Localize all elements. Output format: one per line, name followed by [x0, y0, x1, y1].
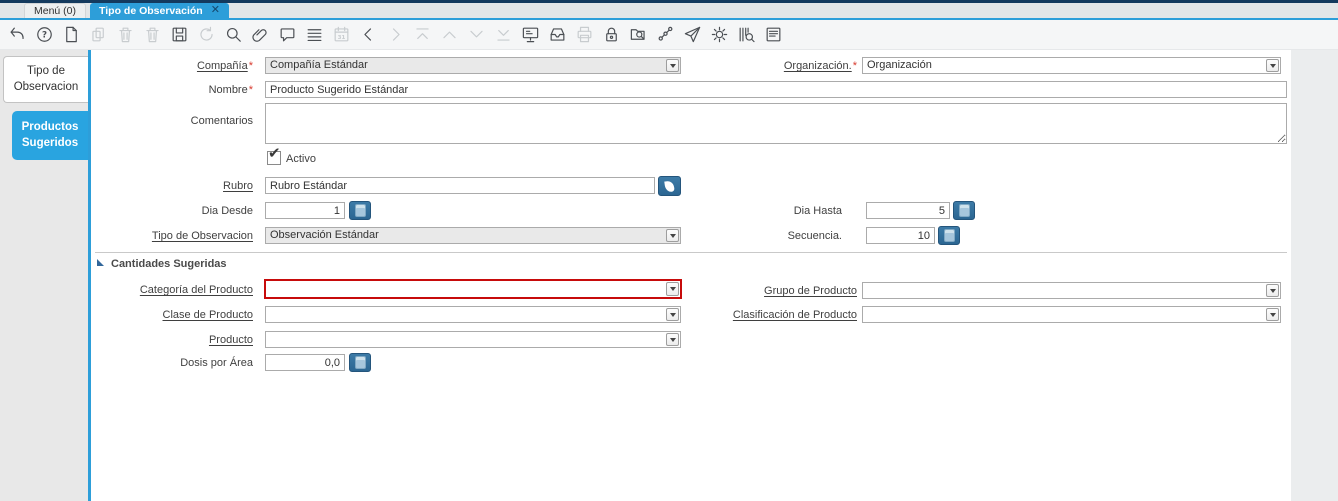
label-comentarios: Comentarios [190, 115, 253, 127]
chevron-down-icon[interactable] [666, 333, 679, 346]
calculator-icon [958, 204, 970, 217]
label-categoria-del-producto: Categoría del Producto [139, 284, 253, 296]
categoria-producto-combobox[interactable] [264, 279, 682, 299]
label-producto: Producto [208, 334, 253, 346]
main-area: Tipo de Observacion Productos Sugeridos … [0, 50, 1338, 501]
dosis-area-input[interactable] [265, 354, 345, 371]
calendar-icon: 31 [331, 25, 351, 45]
parent-record-icon [439, 25, 459, 45]
chevron-down-icon[interactable] [1266, 284, 1279, 297]
calculator-icon [354, 204, 366, 217]
chevron-down-icon[interactable] [1266, 308, 1279, 321]
grupo-producto-combobox[interactable] [862, 282, 1281, 299]
chevron-down-icon[interactable] [1266, 59, 1279, 72]
collapse-triangle-icon[interactable] [97, 259, 104, 266]
dia-hasta-calculator-button[interactable] [953, 201, 975, 220]
clase-producto-combobox[interactable] [265, 306, 681, 323]
sidebar-tab-tipo-de-observacion[interactable]: Tipo de Observacion [3, 56, 88, 104]
label-tipo-de-observacion: Tipo de Observacion [151, 230, 253, 242]
rubro-lookup-button[interactable] [658, 176, 681, 196]
toolbar: ? 31 [0, 20, 1338, 50]
section-title-cantidades-sugeridas: Cantidades Sugeridas [111, 258, 227, 270]
new-record-icon[interactable] [61, 25, 81, 45]
label-nombre: Nombre* [208, 84, 253, 96]
report-icon[interactable] [520, 25, 540, 45]
refresh-icon [196, 25, 216, 45]
undo-icon[interactable] [7, 25, 27, 45]
previous-record-icon[interactable] [358, 25, 378, 45]
delete-record-icon [115, 25, 135, 45]
print-icon [574, 25, 594, 45]
report-design-icon[interactable] [763, 25, 783, 45]
check-icon: ✔ [268, 144, 281, 162]
clasificacion-producto-combobox[interactable] [862, 306, 1281, 323]
label-organizacion: Organización.* [783, 60, 857, 72]
zoom-across-icon[interactable] [628, 25, 648, 45]
secuencia-calculator-button[interactable] [938, 226, 960, 245]
preferences-icon[interactable] [709, 25, 729, 45]
next-record-icon [385, 25, 405, 45]
dia-desde-input[interactable] [265, 202, 345, 219]
workflow-icon[interactable] [655, 25, 675, 45]
product-info-icon[interactable] [736, 25, 756, 45]
attachment-icon[interactable] [250, 25, 270, 45]
dosis-area-calculator-button[interactable] [349, 353, 371, 372]
form-canvas: Compañía* Compañía Estándar Organización… [91, 50, 1291, 501]
svg-text:?: ? [41, 31, 46, 41]
window-tab-bar: Menú (0) Tipo de Observación ✕ [0, 0, 1338, 20]
request-icon[interactable] [682, 25, 702, 45]
label-grupo-de-producto: Grupo de Producto [764, 285, 857, 297]
first-record-icon [412, 25, 432, 45]
comentarios-textarea[interactable] [265, 103, 1287, 144]
lock-icon[interactable] [601, 25, 621, 45]
sidebar-tab-productos-sugeridos[interactable]: Productos Sugeridos [12, 111, 88, 161]
delete-selection-icon [142, 25, 162, 45]
calculator-icon [943, 229, 955, 242]
chat-icon[interactable] [277, 25, 297, 45]
nombre-input[interactable] [265, 81, 1287, 98]
detail-record-icon [466, 25, 486, 45]
save-icon[interactable] [169, 25, 189, 45]
tab-tipo-de-observacion[interactable]: Tipo de Observación ✕ [90, 3, 229, 18]
leaf-icon [664, 179, 675, 193]
label-rubro: Rubro [223, 180, 253, 192]
label-dia-hasta: Dia Hasta [793, 205, 842, 217]
last-record-icon [493, 25, 513, 45]
organizacion-combobox[interactable]: Organización [862, 57, 1281, 74]
application-window: Menú (0) Tipo de Observación ✕ ? 31 Tipo… [0, 0, 1338, 501]
tab-menu-label: Menú (0) [34, 5, 77, 17]
producto-combobox[interactable] [265, 331, 681, 348]
detail-tab-sidebar: Tipo de Observacion Productos Sugeridos [0, 50, 88, 501]
calculator-icon [354, 356, 366, 369]
tab-tipo-de-observacion-label: Tipo de Observación [99, 4, 203, 17]
label-dia-desde: Dia Desde [201, 205, 253, 217]
label-compania: Compañía* [196, 60, 253, 72]
secuencia-input[interactable] [866, 227, 935, 244]
help-icon[interactable]: ? [34, 25, 54, 45]
label-clase-de-producto: Clase de Producto [162, 309, 254, 321]
copy-record-icon [88, 25, 108, 45]
label-activo: Activo [286, 153, 316, 165]
section-separator [95, 252, 1287, 253]
grid-toggle-icon[interactable] [304, 25, 324, 45]
label-secuencia: Secuencia. [787, 230, 842, 242]
compania-combobox[interactable]: Compañía Estándar [265, 57, 681, 74]
label-clasificacion-de-producto: Clasificación de Producto [732, 309, 857, 321]
tab-menu[interactable]: Menú (0) [24, 3, 87, 18]
close-tab-icon[interactable]: ✕ [211, 5, 220, 16]
label-dosis-por-area: Dosis por Área [180, 357, 253, 369]
archive-icon[interactable] [547, 25, 567, 45]
svg-text:31: 31 [337, 35, 345, 41]
dia-hasta-input[interactable] [866, 202, 950, 219]
dia-desde-calculator-button[interactable] [349, 201, 371, 220]
right-gutter [1291, 50, 1338, 501]
find-icon[interactable] [223, 25, 243, 45]
tipo-observacion-combobox[interactable]: Observación Estándar [265, 227, 681, 244]
activo-checkbox[interactable]: ✔ [267, 144, 281, 165]
rubro-input[interactable] [265, 177, 655, 194]
